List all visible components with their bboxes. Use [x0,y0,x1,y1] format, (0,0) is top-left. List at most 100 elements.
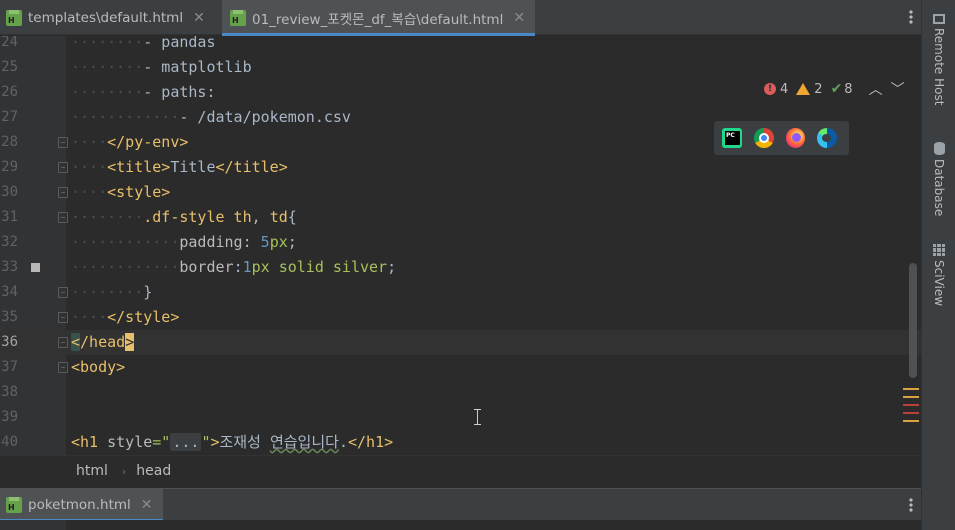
edge-icon[interactable] [817,128,837,148]
bookmark-icon[interactable] [31,263,40,272]
line-number: 28 [1,134,18,150]
right-tool-strip: Remote Host Database SciView [921,0,955,530]
line-number: 40 [1,434,18,450]
tab-templates-default[interactable]: H templates\default.html ✕ [6,0,205,35]
code-line[interactable]: 40 <h1 style="... ">조재성 연습입니다.</h1> [0,430,921,455]
code-text: ····<title>Title</title> [71,158,288,176]
line-number: 32 [1,234,18,250]
fold-marker-icon[interactable] [58,312,68,323]
html-file-icon: H [230,9,246,26]
line-number: 25 [1,59,18,75]
chrome-icon[interactable] [753,128,774,148]
code-line[interactable]: 29 ····<title>Title</title> [0,155,921,180]
more-options-icon[interactable] [909,497,913,513]
code-line[interactable]: 38 [0,380,921,405]
code-text: ····</py-env> [71,133,189,151]
error-icon: ! [764,83,776,95]
tab-label: templates\default.html [28,9,184,26]
browser-popup [714,121,849,155]
line-number: 29 [1,159,18,175]
code-line[interactable]: 30 ····<style> [0,180,921,205]
line-number: 37 [1,359,18,375]
code-text: ············border:1px solid silver; [71,258,397,276]
fold-marker-icon[interactable] [58,287,68,298]
chevron-up-icon[interactable]: ︿ [869,79,883,99]
ok-count: 8 [844,81,853,97]
tool-label: Database [932,159,946,217]
line-number: 38 [1,384,18,400]
line-number: 31 [1,209,18,225]
close-icon[interactable]: ✕ [193,10,205,26]
code-text: ········- paths: [71,83,216,101]
error-count: 4 [780,81,789,97]
code-line[interactable]: 31 ········.df-style th, td{ [0,205,921,230]
tab-poketmon[interactable]: H poketmon.html ✕ [0,489,163,522]
code-text: <body> [71,358,126,376]
fold-marker-icon[interactable] [58,137,68,148]
code-line[interactable]: 39 [0,405,921,430]
line-number: 27 [1,109,18,125]
breadcrumb-item-head[interactable]: head [136,463,171,479]
close-icon[interactable]: ✕ [513,10,525,26]
breadcrumb-item-html[interactable]: html [76,463,108,479]
fold-marker-icon[interactable] [58,187,68,198]
line-number: 33 [1,259,18,275]
gutter [0,520,66,530]
tool-sciview[interactable]: SciView [926,244,952,306]
line-number: 26 [1,84,18,100]
remote-host-icon [933,14,945,24]
warning-icon [796,83,811,95]
code-line[interactable]: 35 ····</style> [0,305,921,330]
warning-count: 2 [814,81,823,97]
code-line[interactable]: 33 ············border:1px solid silver; [0,255,921,280]
close-icon[interactable]: ✕ [141,497,153,513]
fold-marker-icon[interactable] [58,212,68,223]
inspection-widget[interactable]: ! 4 2 ✔ 8 ︿ ﹀ [764,80,905,98]
code-text: <h1 style="... ">조재성 연습입니다.</h1> [71,433,394,451]
line-number: 35 [1,309,18,325]
tool-label: SciView [932,260,946,307]
code-line[interactable]: 36 </head> [0,330,921,355]
html-file-icon: H [6,497,22,513]
line-number: 36 [1,334,18,350]
fold-marker-icon[interactable] [58,162,68,173]
chevron-right-icon: › [121,464,127,478]
code-line[interactable]: 37 <body> [0,355,921,380]
tool-remote-host[interactable]: Remote Host [926,14,952,105]
code-text: ········- pandas [71,36,216,51]
code-text: ············- /data/pokemon.csv [71,108,351,126]
code-text: ········.df-style th, td{ [71,208,297,226]
line-number: 34 [1,284,18,300]
check-icon: ✔ [830,81,843,97]
fold-marker-icon[interactable] [58,362,68,373]
tab-label: poketmon.html [28,497,131,513]
line-number: 24 [1,36,18,50]
more-options-icon[interactable] [909,9,913,25]
tool-label: Remote Host [932,28,946,106]
code-line[interactable]: 32 ············padding: 5px; [0,230,921,255]
fold-marker-icon[interactable] [58,337,68,348]
code-line[interactable]: 25 ········- matplotlib [0,55,921,80]
vertical-scrollbar[interactable] [909,263,917,378]
bottom-tab-bar: H poketmon.html ✕ [0,488,921,522]
code-text: ····<style> [71,183,171,201]
database-icon [933,142,945,155]
tool-database[interactable]: Database [926,142,952,216]
html-file-icon: H [6,9,22,26]
firefox-icon[interactable] [785,128,806,148]
code-text: </head> [71,333,135,351]
code-text: ········} [71,283,153,301]
text-cursor-icon [474,409,482,425]
code-line[interactable]: 24 ········- pandas [0,36,921,55]
bottom-code-editor[interactable] [0,520,921,530]
code-line[interactable]: 34 ········} [0,280,921,305]
code-editor[interactable]: 24 ········- pandas 25 ········- matplotlib… [0,36,921,455]
breadcrumb: html › head [0,455,921,486]
chevron-down-icon[interactable]: ﹀ [891,79,905,99]
line-number: 30 [1,184,18,200]
line-number: 39 [1,409,18,425]
sciview-icon [933,244,945,256]
code-text: ············padding: 5px; [71,233,297,251]
pycharm-icon[interactable] [722,128,742,148]
tab-review-default[interactable]: H 01_review_포켓몬_df_복습\default.html ✕ [222,0,536,36]
